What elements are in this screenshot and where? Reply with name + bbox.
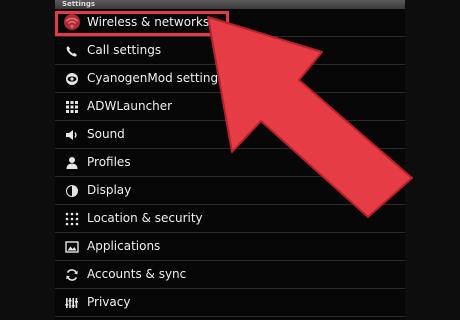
settings-item-label: Display [87,183,132,197]
settings-item-label: Privacy [87,295,131,309]
settings-item-label: Accounts & sync [87,267,187,281]
person-icon [65,156,79,170]
settings-item-location-security[interactable]: Location & security [55,205,405,233]
settings-item-label: CyanogenMod settings [87,71,225,85]
settings-item-privacy[interactable]: Privacy [55,289,405,317]
title-bar [55,0,405,9]
page-title: Settings [62,0,96,8]
brightness-icon [65,184,79,198]
settings-item-label: Location & security [87,211,203,225]
eye-icon [65,72,79,86]
settings-item-call-settings[interactable]: Call settings [55,37,405,65]
sync-icon [65,268,79,282]
speaker-icon [65,128,79,142]
settings-item-label: ADWLauncher [87,99,173,113]
right-margin [405,0,460,320]
settings-item-accounts-sync[interactable]: Accounts & sync [55,261,405,289]
equalizer-icon [65,296,79,310]
settings-item-applications[interactable]: Applications [55,233,405,261]
location-grid-icon [65,212,79,226]
image-icon [65,240,79,254]
settings-item-display[interactable]: Display [55,177,405,205]
settings-item-label: Applications [87,239,161,253]
wifi-icon [65,16,79,30]
settings-item-sound[interactable]: Sound [55,121,405,149]
left-margin [0,0,55,320]
grid-icon [65,100,79,114]
settings-item-cyanogenmod-settings[interactable]: CyanogenMod settings [55,65,405,93]
phone-icon [65,44,79,58]
settings-item-label: Call settings [87,43,162,57]
settings-item-adwlauncher[interactable]: ADWLauncher [55,93,405,121]
settings-item-profiles[interactable]: Profiles [55,149,405,177]
settings-list: Wireless & networks Call settings Cyanog… [55,9,405,320]
android-settings-screen: Settings Wireless & networks Call settin… [0,0,460,320]
settings-item-label: Profiles [87,155,131,169]
settings-item-label: Wireless & networks [87,15,210,29]
settings-item-wireless-networks[interactable]: Wireless & networks [55,9,405,37]
settings-item-label: Sound [87,127,125,141]
